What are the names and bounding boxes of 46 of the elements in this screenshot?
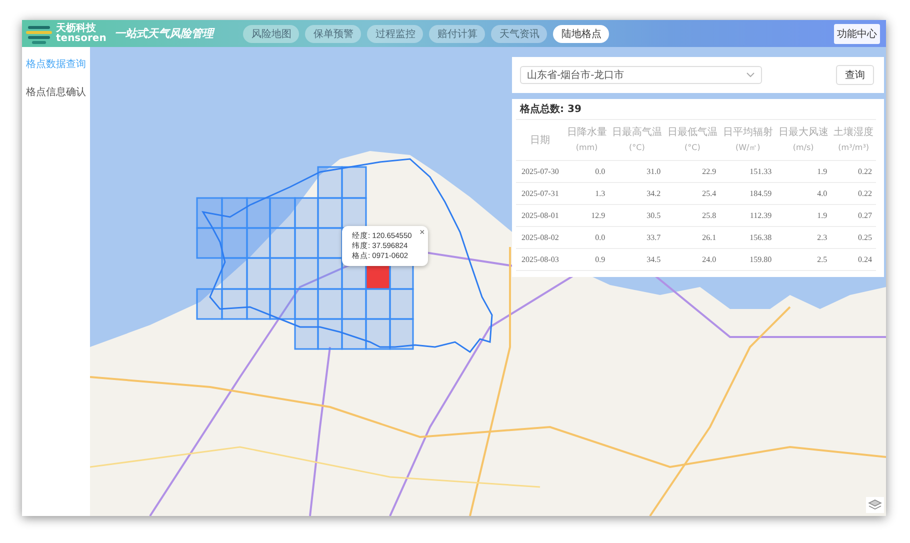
table-cell: 12.9 xyxy=(564,204,610,226)
table-cell: 0.22 xyxy=(831,182,876,204)
grid-count: 格点总数: 39 xyxy=(518,102,582,117)
table-cell: 0.9 xyxy=(564,248,610,270)
table-cell: 22.9 xyxy=(664,160,720,182)
column-header: 日最低气温 (°C) xyxy=(664,120,720,160)
table-cell: 25.8 xyxy=(664,204,720,226)
table-cell: 4.0 xyxy=(776,182,832,204)
table-cell: 159.80 xyxy=(720,248,776,270)
column-header: 日最高气温 (°C) xyxy=(609,120,665,160)
column-header: 日最大风速 (m/s) xyxy=(776,120,832,160)
table-cell: 25.4 xyxy=(664,182,720,204)
table-cell: 1.9 xyxy=(776,160,832,182)
table-cell: 184.59 xyxy=(720,182,776,204)
table-cell: 1.3 xyxy=(564,182,610,204)
table-cell: 33.7 xyxy=(609,226,665,248)
logo-text: 天枥科技 xyxy=(56,24,97,34)
table-cell: 34.5 xyxy=(609,248,665,270)
column-header: 土壤湿度 (m³/m³) xyxy=(831,120,876,160)
column-header: 日降水量 (mm) xyxy=(564,120,610,160)
table-cell: 31.0 xyxy=(609,160,665,182)
table-cell: 2025-07-30 xyxy=(516,160,564,182)
table-cell: 0.25 xyxy=(831,226,876,248)
table-cell: 2.3 xyxy=(776,226,832,248)
table-cell: 2025-08-03 xyxy=(516,248,564,270)
table-cell: 1.9 xyxy=(776,204,832,226)
table-cell: 34.2 xyxy=(609,182,665,204)
app-title: 一站式天气风险管理 xyxy=(114,26,214,41)
table-cell: 26.1 xyxy=(664,226,720,248)
table-cell: 0.0 xyxy=(564,160,610,182)
table-cell: 0.22 xyxy=(831,160,876,182)
column-header: 日期 xyxy=(516,120,564,160)
table-cell: 30.5 xyxy=(609,204,665,226)
table-cell: 0.0 xyxy=(564,226,610,248)
table-cell: 2025-08-02 xyxy=(516,226,564,248)
column-header: 日平均辐射 (W/㎡) xyxy=(720,120,776,160)
table-cell: 112.39 xyxy=(720,204,776,226)
table-cell: 2.5 xyxy=(776,248,832,270)
table-cell: 24.0 xyxy=(664,248,720,270)
logo-subtext: tensoren xyxy=(56,34,106,44)
table-cell: 0.24 xyxy=(831,248,876,270)
table-cell: 0.27 xyxy=(831,204,876,226)
table-cell: 156.38 xyxy=(720,226,776,248)
table-cell: 2025-08-01 xyxy=(516,204,564,226)
table-cell: 151.33 xyxy=(720,160,776,182)
table-cell: 2025-07-31 xyxy=(516,182,564,204)
